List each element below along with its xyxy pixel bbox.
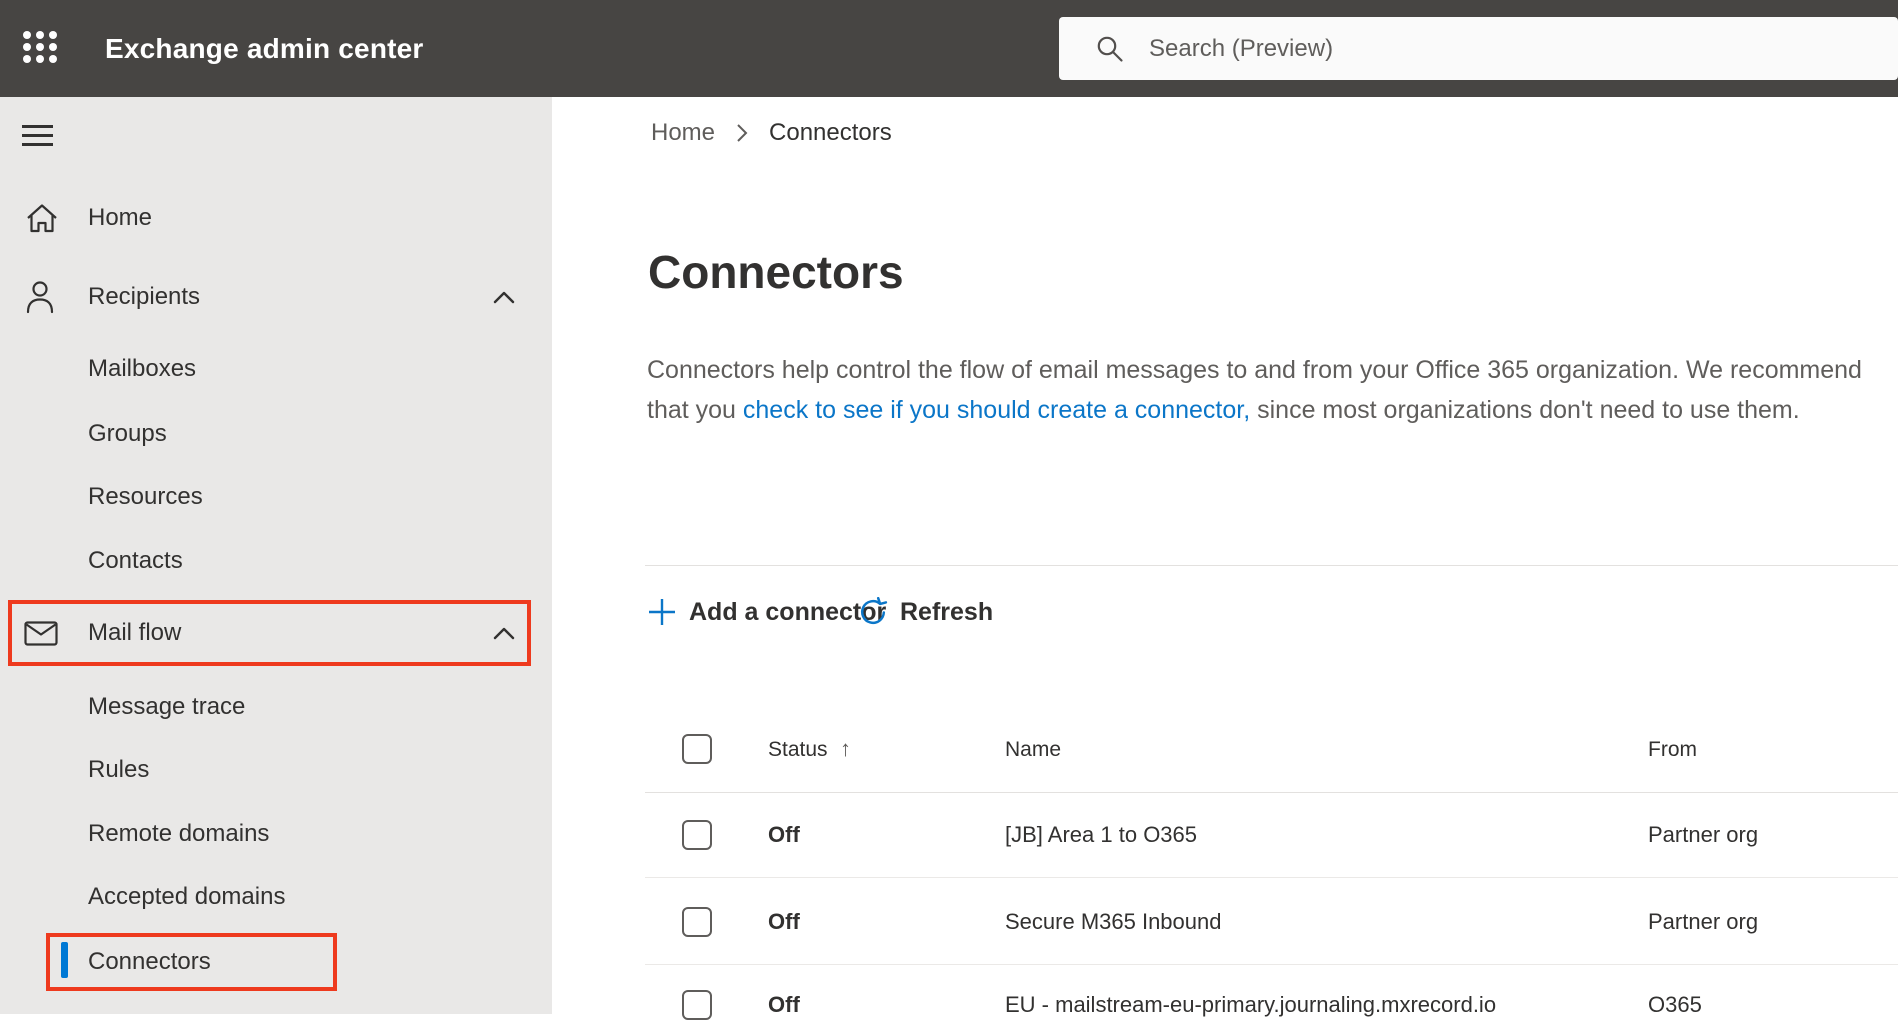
sidebar-item-groups[interactable]: Groups	[0, 402, 552, 466]
sidebar-item-label: Message trace	[88, 693, 246, 720]
sidebar-item-message-trace[interactable]: Message trace	[0, 675, 552, 739]
table-header-divider	[645, 792, 1898, 793]
select-all-checkbox[interactable]	[682, 734, 712, 764]
refresh-button[interactable]: Refresh	[858, 594, 993, 630]
page-description: Connectors help control the flow of emai…	[647, 351, 1865, 430]
sidebar-item-label: Groups	[88, 420, 167, 447]
sidebar-item-rules[interactable]: Rules	[0, 738, 552, 802]
hamburger-menu-icon[interactable]	[22, 125, 53, 146]
left-navigation: Home Recipients Mailboxes Groups Resourc…	[0, 97, 552, 1014]
row-status: Off	[768, 992, 800, 1017]
row-name[interactable]: EU - mailstream-eu-primary.journaling.mx…	[1005, 992, 1496, 1018]
toolbar-top-divider	[645, 565, 1898, 566]
chevron-right-icon	[737, 124, 748, 142]
sidebar-item-mail-flow[interactable]: Mail flow	[0, 601, 552, 665]
app-launcher-waffle-icon[interactable]	[21, 29, 59, 65]
selected-indicator	[61, 942, 68, 978]
row-name[interactable]: Secure M365 Inbound	[1005, 909, 1222, 935]
sidebar-item-label: Connectors	[88, 948, 211, 975]
description-text: since most organizations don't need to u…	[1250, 395, 1800, 424]
add-connector-label: Add a connector	[689, 597, 887, 626]
sidebar-item-label: Accepted domains	[88, 883, 286, 910]
row-divider	[645, 877, 1898, 878]
page-title: Connectors	[648, 246, 904, 298]
sidebar-item-resources[interactable]: Resources	[0, 465, 552, 529]
sidebar-item-mailboxes[interactable]: Mailboxes	[0, 337, 552, 401]
refresh-icon	[860, 597, 888, 625]
refresh-label: Refresh	[900, 597, 994, 626]
create-connector-check-link[interactable]: check to see if you should create a conn…	[743, 396, 1250, 424]
sidebar-item-home[interactable]: Home	[0, 186, 552, 250]
home-icon	[24, 198, 60, 238]
add-connector-button[interactable]: Add a connector	[647, 594, 886, 630]
sidebar-item-label: Remote domains	[88, 820, 270, 847]
app-title: Exchange admin center	[105, 32, 424, 64]
breadcrumb-home-link[interactable]: Home	[651, 119, 715, 147]
chevron-up-icon[interactable]	[492, 625, 516, 641]
mail-icon	[24, 613, 60, 653]
row-name[interactable]: [JB] Area 1 to O365	[1005, 822, 1197, 848]
row-checkbox[interactable]	[682, 820, 712, 850]
breadcrumb-current: Connectors	[769, 119, 892, 146]
row-checkbox[interactable]	[682, 990, 712, 1020]
search-placeholder: Search (Preview)	[1149, 34, 1334, 62]
row-from: O365	[1648, 992, 1702, 1017]
plus-icon	[649, 599, 675, 625]
sidebar-item-contacts[interactable]: Contacts	[0, 529, 552, 593]
sidebar-item-connectors[interactable]: Connectors	[0, 930, 552, 994]
sidebar-item-accepted-domains[interactable]: Accepted domains	[0, 865, 552, 929]
top-app-bar: Exchange admin center Search (Preview)	[0, 0, 1898, 97]
sidebar-item-label: Resources	[88, 483, 203, 510]
person-icon	[24, 277, 60, 317]
sidebar-item-label: Home	[88, 204, 153, 231]
row-checkbox[interactable]	[682, 907, 712, 937]
breadcrumb: Home Connectors	[651, 118, 892, 148]
row-status: Off	[768, 822, 800, 847]
chevron-up-icon[interactable]	[492, 289, 516, 305]
sidebar-item-label: Recipients	[88, 283, 201, 310]
sidebar-item-label: Mail flow	[88, 619, 182, 646]
column-header-name[interactable]: Name	[1005, 738, 1061, 762]
row-from: Partner org	[1648, 909, 1759, 934]
row-divider	[645, 964, 1898, 965]
search-input[interactable]: Search (Preview)	[1059, 17, 1898, 80]
sidebar-item-label: Mailboxes	[88, 355, 197, 382]
search-icon	[1097, 36, 1123, 62]
sort-ascending-icon[interactable]: ↑	[840, 736, 851, 762]
sidebar-item-remote-domains[interactable]: Remote domains	[0, 802, 552, 866]
row-status: Off	[768, 909, 800, 934]
sidebar-item-label: Rules	[88, 756, 150, 783]
column-header-status[interactable]: Status	[768, 738, 828, 762]
sidebar-item-label: Contacts	[88, 547, 183, 574]
row-from: Partner org	[1648, 822, 1759, 847]
column-header-from[interactable]: From	[1648, 738, 1697, 762]
main-content: Home Connectors Connectors Connectors he…	[552, 97, 1898, 1020]
sidebar-item-recipients[interactable]: Recipients	[0, 265, 552, 329]
